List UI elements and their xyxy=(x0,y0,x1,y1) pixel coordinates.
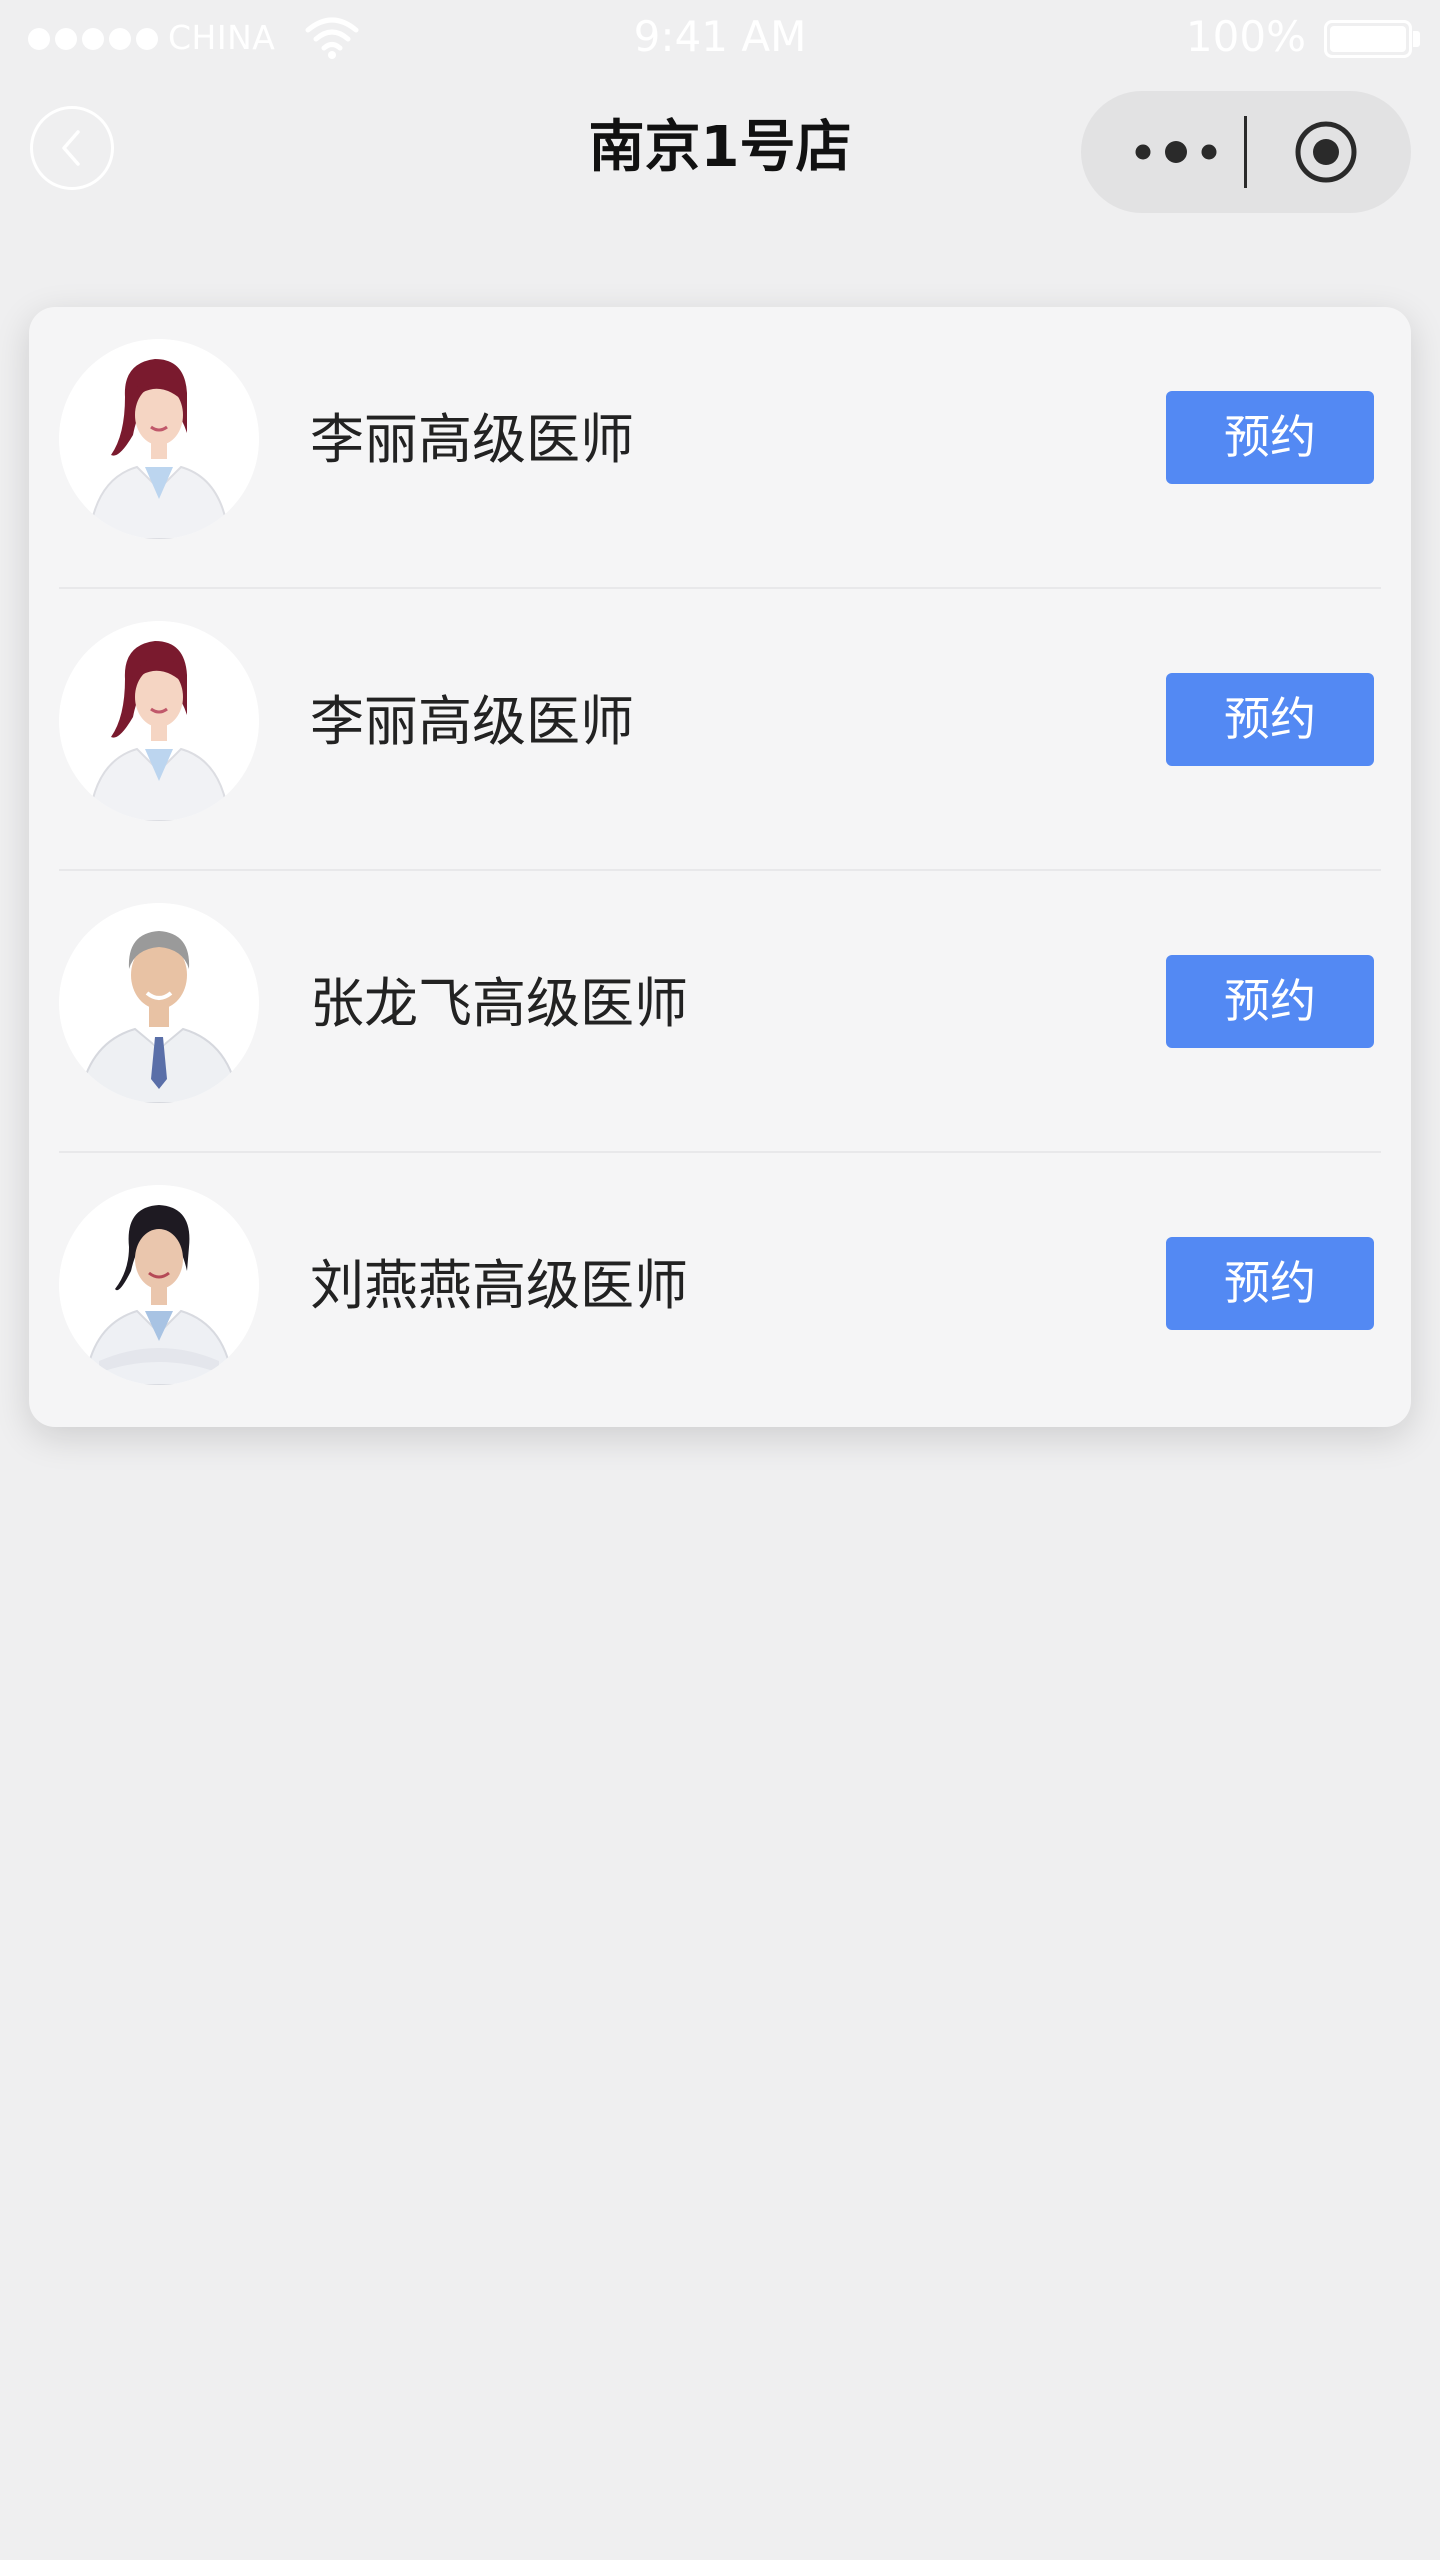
mini-program-capsule xyxy=(1081,91,1411,213)
screen: CHINA 9:41 AM 100% 南京1号店 李丽高级医师 预约 李丽高级医… xyxy=(0,0,1440,2560)
doctor-name: 李丽高级医师 xyxy=(310,408,634,471)
more-options-icon[interactable] xyxy=(1131,135,1251,169)
battery-cap xyxy=(1413,31,1420,47)
doctor-name: 张龙飞高级医师 xyxy=(310,972,688,1035)
doctor-row: 李丽高级医师 预约 xyxy=(29,589,1411,871)
doctor-name: 刘燕燕高级医师 xyxy=(310,1254,688,1317)
close-program-icon[interactable] xyxy=(1295,121,1357,183)
doctor-name: 李丽高级医师 xyxy=(310,690,634,753)
book-appointment-button[interactable]: 预约 xyxy=(1166,391,1374,484)
battery-icon xyxy=(1324,20,1412,58)
status-bar: CHINA 9:41 AM 100% xyxy=(0,0,1440,78)
female-doctor-avatar xyxy=(59,621,259,821)
female-doctor-avatar xyxy=(59,339,259,539)
male-doctor-avatar xyxy=(59,903,259,1103)
book-appointment-button[interactable]: 预约 xyxy=(1166,1237,1374,1330)
doctor-list-card: 李丽高级医师 预约 李丽高级医师 预约 张龙飞高级医师 预约 刘燕燕高级医师 预… xyxy=(29,307,1411,1427)
battery-percentage: 100% xyxy=(1185,12,1306,61)
doctor-row: 刘燕燕高级医师 预约 xyxy=(29,1153,1411,1427)
female-doctor-avatar xyxy=(59,1185,259,1385)
capsule-divider xyxy=(1244,116,1247,188)
book-appointment-button[interactable]: 预约 xyxy=(1166,955,1374,1048)
book-appointment-button[interactable]: 预约 xyxy=(1166,673,1374,766)
doctor-row: 张龙飞高级医师 预约 xyxy=(29,871,1411,1153)
doctor-row: 李丽高级医师 预约 xyxy=(29,307,1411,589)
